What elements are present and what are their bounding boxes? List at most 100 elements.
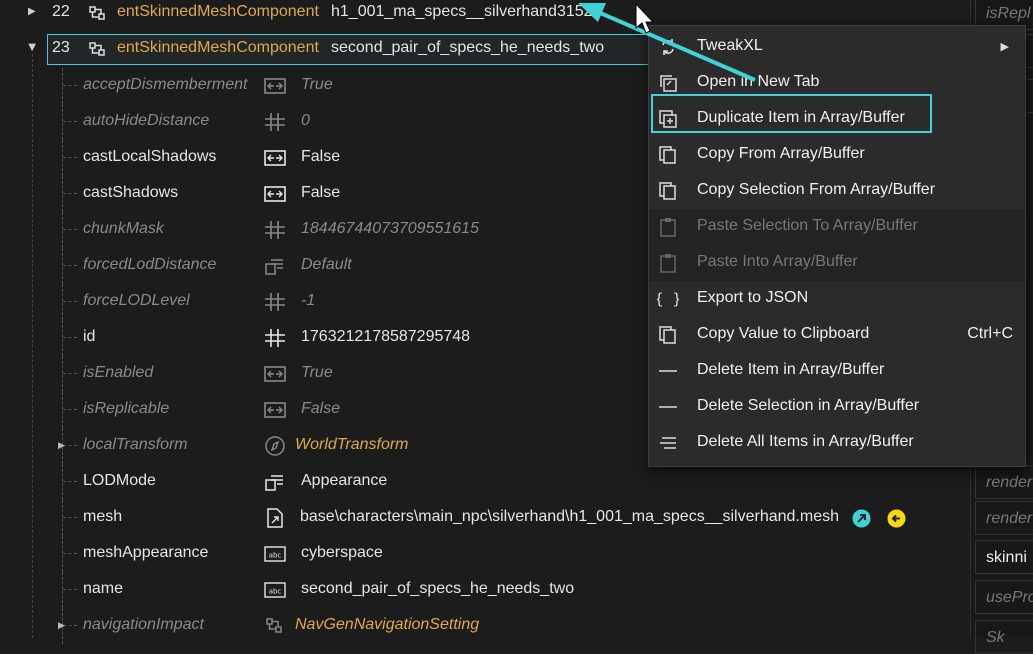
menu-item-paste-selection-to-array-buffer[interactable]: Paste Selection To Array/Buffer xyxy=(649,209,1025,245)
tree-guide xyxy=(62,140,63,176)
right-cell[interactable]: Sk xyxy=(975,620,1033,654)
right-cell[interactable]: render xyxy=(975,465,1033,499)
file-link-icon xyxy=(263,507,287,529)
property-name: isReplicable xyxy=(83,400,170,417)
property-value[interactable]: 18446744073709551615 xyxy=(301,220,479,238)
right-cell[interactable]: render xyxy=(975,501,1033,535)
tree-tick xyxy=(63,445,77,446)
property-name: mesh xyxy=(83,508,123,525)
braces-icon: { } xyxy=(654,288,681,310)
tree-guide xyxy=(62,212,63,248)
class-icon xyxy=(263,615,287,637)
property-row-meshAppearance[interactable]: meshAppearance abc cyberspace xyxy=(0,536,970,572)
menu-item-delete-item-in-array-buffer[interactable]: Delete Item in Array/Buffer xyxy=(649,353,1025,389)
component-name: second_pair_of_specs_he_needs_two xyxy=(331,39,605,56)
menu-item-paste-into-array-buffer[interactable]: Paste Into Array/Buffer xyxy=(649,245,1025,281)
tree-tick xyxy=(63,337,77,338)
property-value[interactable]: False xyxy=(301,184,340,202)
open-file-icon[interactable] xyxy=(852,509,871,528)
property-value[interactable]: WorldTransform xyxy=(295,436,409,454)
expand-arrow-icon[interactable]: ▶ xyxy=(58,620,65,631)
menu-item-label: Paste Selection To Array/Buffer xyxy=(697,217,918,234)
property-name: id xyxy=(83,328,96,345)
property-row-navigationImpact[interactable]: ▶ navigationImpact NavGenNavigationSetting xyxy=(0,608,970,644)
property-value[interactable]: 1763212178587295748 xyxy=(301,328,470,346)
hash-icon xyxy=(263,219,287,241)
menu-item-copy-selection-from-array-buffer[interactable]: Copy Selection From Array/Buffer xyxy=(649,173,1025,209)
property-value[interactable]: False xyxy=(301,148,340,166)
tree-tick xyxy=(63,409,77,410)
tree-tick xyxy=(63,121,77,122)
property-value[interactable]: NavGenNavigationSetting xyxy=(295,616,479,634)
tree-guide xyxy=(62,536,63,572)
enum-icon xyxy=(263,471,287,493)
menu-item-copy-value-to-clipboard[interactable]: Copy Value to Clipboard Ctrl+C xyxy=(649,317,1025,353)
property-name: autoHideDistance xyxy=(83,112,210,129)
collapse-arrow-icon[interactable]: ▶ xyxy=(26,44,37,52)
dash-icon xyxy=(657,360,679,382)
property-name: name xyxy=(83,580,124,597)
tree-guide xyxy=(62,572,63,608)
property-value[interactable]: True xyxy=(301,76,333,94)
component-icon xyxy=(89,6,105,20)
menu-item-copy-from-array-buffer[interactable]: Copy From Array/Buffer xyxy=(649,137,1025,173)
menu-item-tweakxl[interactable]: TweakXL ▶ xyxy=(649,29,1025,65)
property-row-name[interactable]: name abc second_pair_of_specs_he_needs_two xyxy=(0,572,970,608)
menu-item-label: Delete Selection in Array/Buffer xyxy=(697,397,920,414)
right-cell[interactable]: skinni xyxy=(975,540,1033,574)
toggle-icon xyxy=(263,75,287,97)
property-value[interactable]: -1 xyxy=(301,292,315,310)
property-name: forceLODLevel xyxy=(83,292,190,309)
tree-guide xyxy=(62,248,63,284)
enum-icon xyxy=(263,255,287,277)
component-type: entSkinnedMeshComponent xyxy=(117,3,319,20)
new-tab-icon xyxy=(657,72,679,94)
property-value[interactable]: cyberspace xyxy=(301,544,383,562)
toggle-icon xyxy=(263,183,287,205)
tree-tick xyxy=(63,301,77,302)
property-name: forcedLodDistance xyxy=(83,256,217,273)
svg-text:abc: abc xyxy=(269,552,282,560)
copy-icon xyxy=(657,144,679,166)
component-name: h1_001_ma_specs__silverhand3152 xyxy=(331,3,593,20)
tree-tick xyxy=(63,229,77,230)
property-value[interactable]: base\characters\main_npc\silverhand\h1_0… xyxy=(300,508,839,526)
tree-guide xyxy=(62,284,63,320)
lines-icon xyxy=(657,432,679,454)
back-arrow-icon[interactable] xyxy=(887,509,906,528)
copy-icon xyxy=(657,324,679,346)
menu-item-delete-all-items-in-array-buffer[interactable]: Delete All Items in Array/Buffer xyxy=(649,425,1025,461)
property-name: localTransform xyxy=(83,436,188,453)
menu-item-label: Paste Into Array/Buffer xyxy=(697,253,858,270)
tree-guide xyxy=(62,356,63,392)
property-value[interactable]: 0 xyxy=(301,112,310,130)
property-value[interactable]: second_pair_of_specs_he_needs_two xyxy=(301,580,574,598)
property-value[interactable]: True xyxy=(301,364,333,382)
hash-icon xyxy=(263,327,287,349)
menu-item-export-to-json[interactable]: { } Export to JSON xyxy=(649,281,1025,317)
expand-arrow-icon[interactable]: ▶ xyxy=(58,440,65,451)
menu-item-label: Delete Item in Array/Buffer xyxy=(697,361,885,378)
tree-guide xyxy=(62,500,63,536)
property-row-mesh[interactable]: mesh base\characters\main_npc\silverhand\… xyxy=(0,500,970,536)
menu-item-label: Delete All Items in Array/Buffer xyxy=(697,433,914,450)
property-name: castShadows xyxy=(83,184,179,201)
property-value[interactable]: False xyxy=(301,400,340,418)
tree-guide xyxy=(62,68,63,104)
property-row-LODMode[interactable]: LODMode Appearance xyxy=(0,464,970,500)
toggle-icon xyxy=(263,147,287,169)
copy-icon xyxy=(657,180,679,202)
dash-icon xyxy=(657,396,679,418)
menu-item-label: Copy From Array/Buffer xyxy=(697,145,865,162)
expand-arrow-icon[interactable]: ▶ xyxy=(28,6,36,17)
property-name: chunkMask xyxy=(83,220,164,237)
property-value[interactable]: Appearance xyxy=(301,472,387,490)
property-value[interactable]: Default xyxy=(301,256,352,274)
menu-item-delete-selection-in-array-buffer[interactable]: Delete Selection in Array/Buffer xyxy=(649,389,1025,425)
row-index: 22 xyxy=(52,3,70,20)
compass-icon xyxy=(263,435,287,457)
tree-tick xyxy=(63,265,77,266)
right-cell[interactable]: usePro xyxy=(975,580,1033,614)
component-icon xyxy=(89,42,105,56)
menu-item-label: TweakXL xyxy=(697,37,763,54)
